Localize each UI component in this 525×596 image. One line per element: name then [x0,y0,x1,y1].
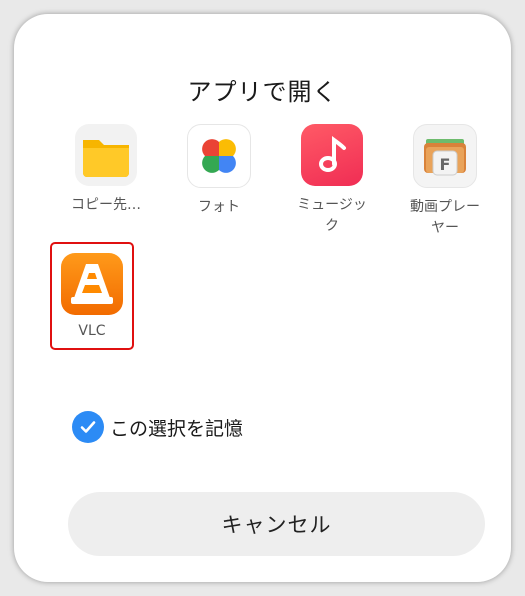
app-option-video-player[interactable]: F 動画プレーヤー [395,124,495,239]
app-option-music[interactable]: ミュージック [282,124,382,237]
dialog-title: アプリで開く [187,78,338,106]
checkmark-icon [80,421,96,433]
app-label: コピー先… [71,197,141,213]
cancel-button[interactable]: キャンセル [68,492,485,556]
folder-icon [75,124,137,186]
app-label: VLC [78,323,106,339]
remember-choice-checkbox[interactable] [72,411,104,443]
app-option-photos[interactable]: フォト [169,124,269,218]
svg-text:F: F [440,155,451,174]
remember-choice-label: この選択を記憶 [110,417,244,440]
app-label: ミュージック [297,197,367,234]
app-label: フォト [198,199,240,215]
open-with-dialog: アプリで開く コピー先… フォト ミュージック F 動画プレーヤー VLC この… [14,14,511,582]
photos-pinwheel-icon [187,124,251,188]
app-option-copy-to[interactable]: コピー先… [56,124,156,216]
app-label: 動画プレーヤー [410,199,480,236]
music-note-icon [301,124,363,186]
video-player-icon: F [413,124,477,188]
app-option-vlc[interactable]: VLC [50,242,134,350]
vlc-cone-icon [61,253,123,315]
remember-choice-row[interactable]: この選択を記憶 [72,410,243,444]
